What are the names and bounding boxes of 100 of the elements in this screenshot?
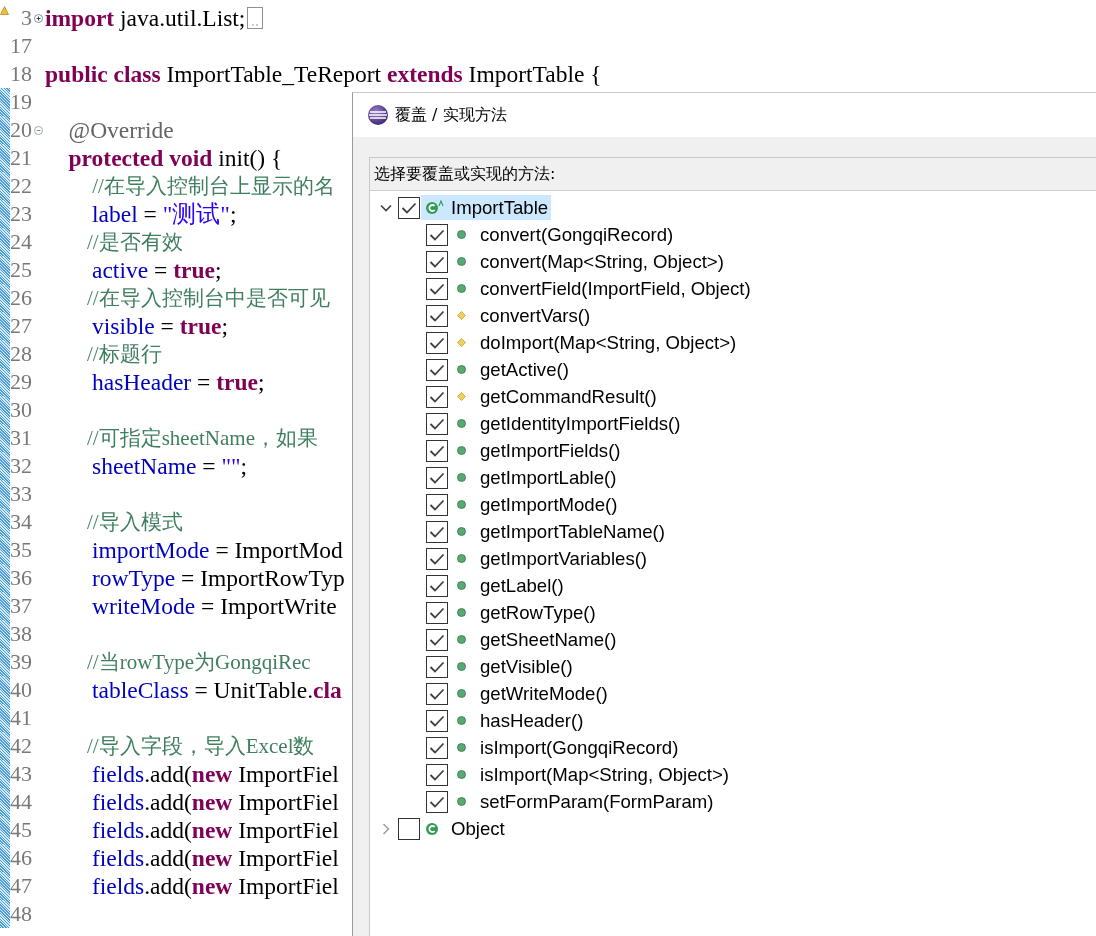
code-line: hasHeader = true; [91,368,265,396]
checkbox[interactable] [398,196,420,219]
tree-item[interactable]: getCommandResult() [480,385,657,408]
checkbox[interactable] [426,709,448,732]
checkbox[interactable] [426,412,448,435]
tree-item[interactable]: getImportVariables() [480,547,648,570]
line-number: 19 [10,89,32,115]
dot-icon [457,716,466,725]
code-line: //导入模式 [86,509,183,536]
checkbox[interactable] [426,277,448,300]
tree-item[interactable]: getLabel() [480,574,564,597]
tree-item[interactable]: getWriteMode() [480,682,608,705]
dot-icon [457,473,466,482]
dot-icon [457,770,466,779]
line-number: 38 [10,621,32,647]
tree-item[interactable]: hasHeader() [480,709,584,732]
checkbox[interactable] [426,250,448,273]
dot-icon [457,419,466,428]
code-line: @Override [67,116,174,144]
line-number: 44 [10,789,32,815]
checkbox[interactable] [426,601,448,624]
code-line: fields.add(new ImportFiel [91,816,339,844]
dot-icon [457,257,466,266]
checkbox[interactable] [426,790,448,813]
line-number: 29 [10,369,32,395]
checkbox[interactable] [426,223,448,246]
tree-item[interactable]: convert(Map<String, Object>) [480,250,724,273]
tree-item[interactable]: convert(GongqiRecord) [480,223,674,246]
line-number: 24 [10,229,32,255]
dot-icon [457,230,466,239]
line-number: 20 [10,117,32,143]
line-number: 21 [10,145,32,171]
checkbox[interactable] [426,520,448,543]
tree-item[interactable]: isImport(Map<String, Object>) [480,763,730,786]
checkbox[interactable] [426,655,448,678]
tree-item[interactable]: getImportLable() [480,466,617,489]
tree-item[interactable]: convertVars() [480,304,591,327]
dialog-title: 覆盖 / 实现方法 [395,104,507,126]
tree-item[interactable]: convertField(ImportField, Object) [480,277,751,300]
line-number: 37 [10,593,32,619]
line-number: 27 [10,313,32,339]
line-number: 41 [10,705,32,731]
line-number: 25 [10,257,32,283]
tree-item[interactable]: ImportTable [421,195,552,220]
checkbox[interactable] [426,628,448,651]
expand-icon[interactable] [34,13,43,23]
dot-icon [457,608,466,617]
line-number: 33 [10,481,32,507]
tree-item[interactable]: getIdentityImportFields() [480,412,681,435]
line-number: 32 [10,453,32,479]
checkbox[interactable] [398,817,420,840]
tree-item[interactable]: getActive() [480,358,569,381]
dot-icon [457,797,466,806]
chevron-down-icon[interactable] [380,203,392,212]
line-number: 43 [10,761,32,787]
checkbox[interactable] [426,493,448,516]
line-number: 28 [10,341,32,367]
checkbox[interactable] [426,763,448,786]
tree-item[interactable]: getRowType() [480,601,596,624]
tree-item[interactable]: getImportTableName() [480,520,665,543]
code-line: fields.add(new ImportFiel [91,872,339,900]
checkbox[interactable] [426,574,448,597]
diamond-icon [457,311,466,320]
code-line: import java.util.List; [45,4,246,32]
dot-icon [457,284,466,293]
line-number: 18 [10,61,32,87]
tree-item[interactable]: isImport(GongqiRecord) [480,736,679,759]
checkbox[interactable] [426,331,448,354]
checkbox[interactable] [426,358,448,381]
dot-icon [457,581,466,590]
dot-icon [457,527,466,536]
tree-item[interactable]: getVisible() [480,655,573,678]
line-number: 45 [10,817,32,843]
line-number: 48 [10,901,32,927]
dot-icon [457,635,466,644]
code-line: //在导入控制台中是否可见 [86,285,330,312]
tree-item[interactable]: getImportFields() [480,439,621,462]
line-number: 31 [10,425,32,451]
line-number: 36 [10,565,32,591]
checkbox[interactable] [426,439,448,462]
code-line: //标题行 [86,341,162,368]
checkbox[interactable] [426,736,448,759]
line-number: 40 [10,677,32,703]
code-line: //在导入控制台上显示的名 [91,173,335,200]
diamond-icon [457,392,466,401]
code-line: public class ImportTable_TeReport extends ImportTable { [45,60,602,88]
tree-item[interactable]: Object [421,816,508,841]
checkbox[interactable] [426,682,448,705]
tree-item[interactable]: doImport(Map<String, Object>) [480,331,737,354]
checkbox[interactable] [426,466,448,489]
folded-code-icon[interactable] [247,7,264,29]
collapse-icon[interactable] [34,125,43,135]
line-number: 34 [10,509,32,535]
checkbox[interactable] [426,304,448,327]
tree-item[interactable]: setFormParam(FormParam) [480,790,714,813]
tree-item[interactable]: getImportMode() [480,493,618,516]
line-number: 42 [10,733,32,759]
checkbox[interactable] [426,385,448,408]
checkbox[interactable] [426,547,448,570]
tree-item[interactable]: getSheetName() [480,628,617,651]
